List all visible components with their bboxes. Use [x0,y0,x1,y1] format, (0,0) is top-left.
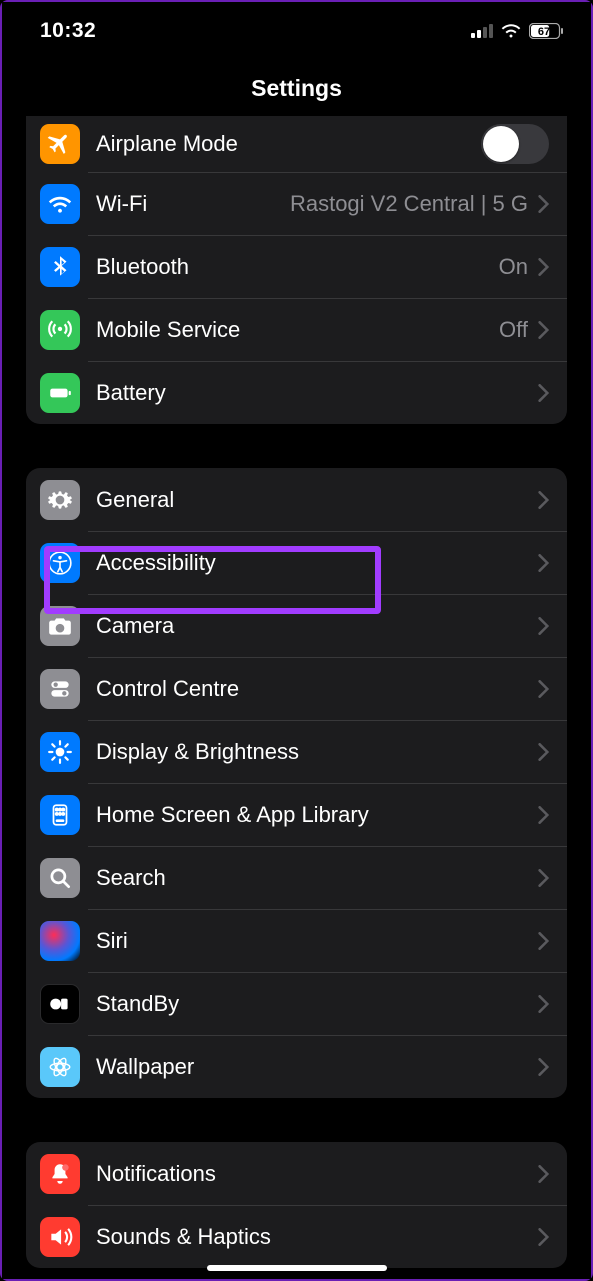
chevron-right-icon [538,321,549,339]
accessibility-icon [40,543,80,583]
row-bluetooth[interactable]: Bluetooth On [26,235,567,298]
toggles-icon [40,669,80,709]
row-search[interactable]: Search [26,846,567,909]
standby-icon [40,984,80,1024]
battery-icon [40,373,80,413]
row-label: Battery [96,380,538,406]
row-accessibility[interactable]: Accessibility [26,531,567,594]
row-standby[interactable]: StandBy [26,972,567,1035]
chevron-right-icon [538,258,549,276]
wifi-icon [501,24,521,38]
chevron-right-icon [538,384,549,402]
home-indicator[interactable] [207,1265,387,1271]
status-bar: 10:32 67 [2,2,591,60]
row-label: Airplane Mode [96,131,481,157]
row-value: Rastogi V2 Central | 5 G [290,191,528,217]
speaker-icon [40,1217,80,1257]
home-screen-icon [40,795,80,835]
chevron-right-icon [538,995,549,1013]
search-icon [40,858,80,898]
row-label: Wi-Fi [96,191,290,217]
row-camera[interactable]: Camera [26,594,567,657]
row-label: Home Screen & App Library [96,802,538,828]
row-airplane-mode[interactable]: Airplane Mode [26,116,567,172]
row-general[interactable]: General [26,468,567,531]
chevron-right-icon [538,1228,549,1246]
settings-group-notifications: Notifications Sounds & Haptics [26,1142,567,1268]
svg-text:67: 67 [538,26,550,38]
brightness-icon [40,732,80,772]
status-time: 10:32 [40,19,96,43]
chevron-right-icon [538,806,549,824]
settings-content[interactable]: Airplane Mode Wi-Fi Rastogi V2 Central |… [2,116,591,1279]
status-indicators: 67 [471,23,563,39]
row-label: Notifications [96,1161,538,1187]
bell-icon [40,1154,80,1194]
settings-group-general: General Accessibility Camera [26,468,567,1098]
chevron-right-icon [538,1165,549,1183]
row-label: Bluetooth [96,254,499,280]
chevron-right-icon [538,743,549,761]
settings-screen: 10:32 67 Settings [2,2,591,1279]
battery-icon: 67 [529,23,563,39]
row-wifi[interactable]: Wi-Fi Rastogi V2 Central | 5 G [26,172,567,235]
row-label: Sounds & Haptics [96,1224,538,1250]
camera-icon [40,606,80,646]
chevron-right-icon [538,195,549,213]
row-label: Camera [96,613,538,639]
chevron-right-icon [538,932,549,950]
row-label: Accessibility [96,550,538,576]
settings-group-connectivity: Airplane Mode Wi-Fi Rastogi V2 Central |… [26,116,567,424]
row-label: Mobile Service [96,317,499,343]
airplane-icon [40,124,80,164]
row-label: General [96,487,538,513]
chevron-right-icon [538,680,549,698]
chevron-right-icon [538,617,549,635]
row-value: On [499,254,528,280]
row-label: Display & Brightness [96,739,538,765]
chevron-right-icon [538,1058,549,1076]
airplane-toggle[interactable] [481,124,549,164]
row-control-centre[interactable]: Control Centre [26,657,567,720]
wallpaper-icon [40,1047,80,1087]
chevron-right-icon [538,869,549,887]
row-sounds-haptics[interactable]: Sounds & Haptics [26,1205,567,1268]
row-mobile-service[interactable]: Mobile Service Off [26,298,567,361]
bluetooth-icon [40,247,80,287]
row-value: Off [499,317,528,343]
row-battery[interactable]: Battery [26,361,567,424]
antenna-icon [40,310,80,350]
row-notifications[interactable]: Notifications [26,1142,567,1205]
page-title: Settings [2,60,591,116]
row-label: Search [96,865,538,891]
gear-icon [40,480,80,520]
row-label: StandBy [96,991,538,1017]
row-siri[interactable]: Siri [26,909,567,972]
siri-icon [40,921,80,961]
cellular-icon [471,24,493,38]
row-label: Control Centre [96,676,538,702]
row-display-brightness[interactable]: Display & Brightness [26,720,567,783]
row-label: Wallpaper [96,1054,538,1080]
row-home-screen[interactable]: Home Screen & App Library [26,783,567,846]
chevron-right-icon [538,491,549,509]
chevron-right-icon [538,554,549,572]
row-wallpaper[interactable]: Wallpaper [26,1035,567,1098]
row-label: Siri [96,928,538,954]
wifi-icon [40,184,80,224]
